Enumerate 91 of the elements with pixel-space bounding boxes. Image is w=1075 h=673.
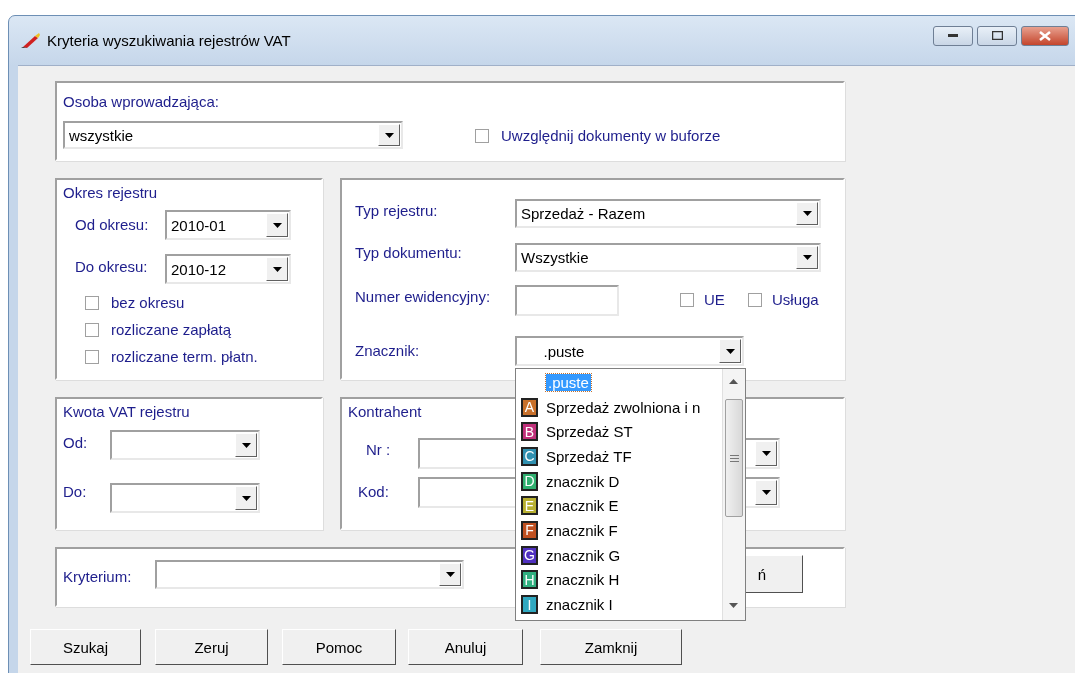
dropdown-arrow-icon — [241, 495, 251, 501]
field-label: Do: — [63, 483, 87, 500]
list-item[interactable]: D znacznik D — [516, 468, 722, 494]
item-label: znacznik E — [546, 497, 619, 515]
field-label: Od: — [63, 434, 88, 451]
item-label: Sprzedaż TF — [546, 447, 632, 465]
dropdown-field[interactable]: Wszystkie — [515, 243, 821, 272]
item-label: znacznik H — [546, 571, 620, 589]
checkbox-label: Uwzględnij dokumenty w buforze — [501, 127, 721, 144]
dropdown-arrow-icon — [272, 222, 282, 228]
item-label: znacznik I — [546, 596, 613, 614]
item-label: znacznik G — [546, 546, 621, 564]
dialog-button[interactable]: Zamknij — [540, 629, 682, 665]
grip-icon — [729, 454, 739, 462]
item-label: .puste — [546, 373, 591, 391]
dropdown-arrow-icon — [802, 211, 812, 216]
field-label: Nr : — [366, 441, 391, 458]
marker-badge: A — [521, 397, 538, 417]
checkbox-label: rozliczane term. płatn. — [111, 348, 258, 365]
field-label: Kod: — [358, 483, 389, 500]
panel-title: Kontrahent — [348, 403, 422, 420]
dialog-button[interactable]: Pomoc — [282, 629, 396, 665]
dropdown-field[interactable]: 2010-01 — [165, 210, 291, 240]
checkbox[interactable] — [85, 349, 99, 364]
panel-title: Kwota VAT rejestru — [63, 403, 190, 420]
checkbox-label: Usługa — [772, 291, 819, 308]
dropdown-arrow-icon — [761, 490, 771, 495]
dropdown-arrow-icon — [445, 572, 455, 577]
close-icon — [1039, 30, 1051, 41]
dropdown-field[interactable]: Sprzedaż - Razem — [515, 199, 821, 228]
dropdown-field[interactable]: 2010-12 — [165, 254, 291, 284]
dropdown-arrow-icon — [241, 442, 251, 448]
list-item[interactable]: F znacznik F — [516, 518, 722, 543]
dropdown-arrow-icon — [384, 132, 394, 138]
list-item[interactable]: B Sprzedaż ST — [516, 419, 722, 445]
field-label: Typ rejestru: — [355, 202, 438, 219]
number-input[interactable] — [515, 285, 619, 316]
maximize-button[interactable] — [977, 25, 1017, 46]
list-item[interactable]: E znacznik E — [516, 493, 722, 519]
dropdown-field[interactable]: .puste — [515, 336, 744, 366]
list-item[interactable]: I znacznik I — [516, 592, 722, 617]
field-label: Do okresu: — [75, 258, 148, 275]
field-label: Osoba wprowadzająca: — [63, 93, 219, 110]
checkbox[interactable] — [475, 128, 489, 143]
dropdown-field[interactable] — [110, 430, 260, 460]
item-label: Sprzedaż ST — [546, 423, 633, 441]
marker-badge: F — [521, 520, 538, 540]
dropdown-arrow-icon — [272, 266, 282, 272]
marker-badge: H — [521, 570, 538, 590]
marker-badge: E — [521, 496, 538, 516]
scroll-up-arrow-icon[interactable] — [729, 379, 738, 384]
checkbox[interactable] — [680, 292, 694, 307]
field-label: Kryterium: — [63, 568, 132, 585]
scrollbar[interactable] — [722, 369, 745, 620]
item-label: znacznik F — [546, 521, 618, 539]
maximize-icon — [991, 31, 1003, 40]
field-label: Znacznik: — [355, 342, 420, 359]
marker-badge: I — [521, 595, 538, 615]
field-label: Typ dokumentu: — [355, 244, 462, 261]
field-label: Od okresu: — [75, 216, 149, 233]
item-label: znacznik D — [546, 472, 620, 490]
dialog-button[interactable]: Zeruj — [155, 629, 268, 665]
minimize-button[interactable] — [933, 25, 973, 46]
dropdown-field[interactable]: wszystkie — [63, 121, 403, 149]
panel-title: Okres rejestru — [63, 184, 158, 201]
dialog-button[interactable]: Szukaj — [30, 629, 141, 665]
checkbox-label: rozliczane zapłatą — [111, 321, 232, 338]
checkbox[interactable] — [85, 295, 99, 310]
marker-badge: G — [521, 545, 538, 565]
list-item[interactable]: C Sprzedaż TF — [516, 444, 722, 469]
marker-badge: B — [521, 422, 538, 442]
dropdown-arrow-icon — [761, 451, 771, 456]
marker-badge: D — [521, 471, 538, 491]
checkbox[interactable] — [85, 322, 99, 337]
dropdown-arrow-icon — [725, 348, 735, 354]
pen-icon — [21, 32, 41, 49]
dropdown-field[interactable] — [110, 483, 260, 513]
dropdown-arrow-icon — [802, 255, 812, 260]
list-item[interactable]: A Sprzedaż zwolniona i n — [516, 394, 722, 420]
checkbox-label: UE — [704, 291, 725, 308]
close-button[interactable] — [1021, 25, 1069, 46]
dropdown-field[interactable] — [155, 560, 464, 589]
window-title: Kryteria wyszukiwania rejestrów VAT — [47, 32, 291, 49]
marker-badge: C — [521, 446, 538, 466]
field-label: Numer ewidencyjny: — [355, 288, 491, 305]
checkbox[interactable] — [748, 292, 762, 307]
minimize-icon — [948, 33, 958, 38]
item-label: Sprzedaż zwolniona i n — [546, 398, 701, 416]
dialog-button[interactable]: Anuluj — [408, 629, 523, 665]
scroll-down-arrow-icon[interactable] — [729, 603, 738, 608]
checkbox-label: bez okresu — [111, 294, 185, 311]
